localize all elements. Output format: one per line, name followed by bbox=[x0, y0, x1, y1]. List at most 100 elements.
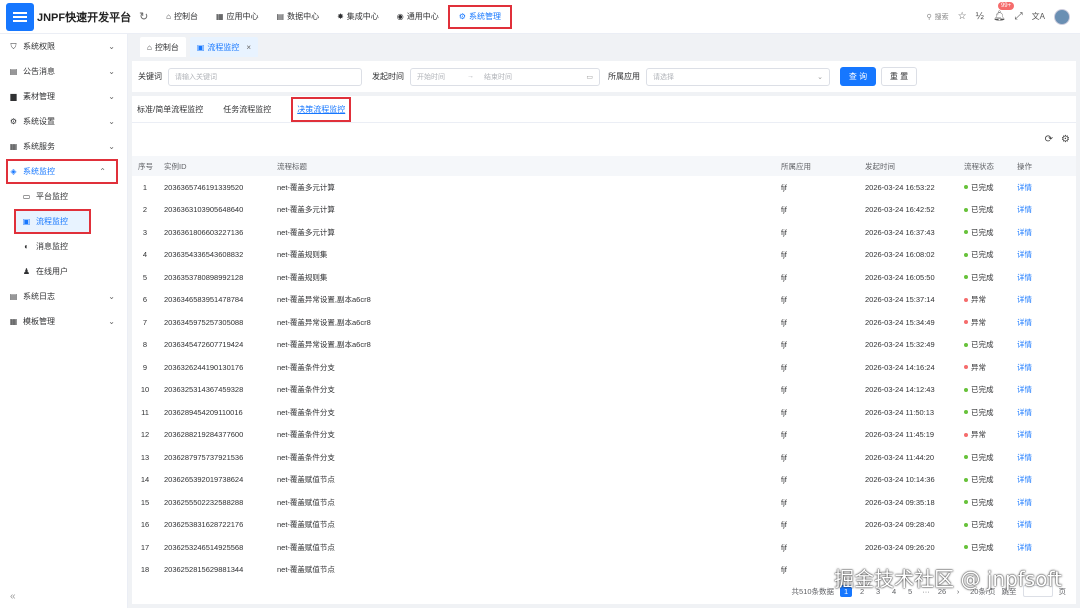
detail-link[interactable]: 详情 bbox=[1011, 356, 1076, 379]
date-range-input[interactable]: 开始时间 → 结束时间 ▭ bbox=[410, 67, 600, 86]
table-cell: 1 bbox=[142, 182, 148, 192]
detail-link[interactable]: 详情 bbox=[1011, 221, 1076, 244]
detail-link[interactable]: 详情 bbox=[1011, 536, 1076, 559]
fullscreen-icon[interactable]: ⤢ bbox=[1015, 11, 1023, 22]
chevron-down-icon: ⌄ bbox=[108, 42, 115, 51]
table-cell: net-覆盖异常设置,副本a6cr8 bbox=[277, 340, 371, 350]
reset-button[interactable]: 重 置 bbox=[881, 67, 917, 86]
detail-link[interactable]: 详情 bbox=[1011, 401, 1076, 424]
keyword-input[interactable]: 请输入关键词 bbox=[168, 67, 362, 86]
status-dot bbox=[964, 252, 968, 257]
detail-link[interactable]: 详情 bbox=[1011, 379, 1076, 402]
nav-general[interactable]: ◉ 通用中心 bbox=[388, 5, 448, 29]
status-dot bbox=[964, 365, 968, 370]
sidebar-item-shield[interactable]: ⛉ 系统权限 ⌄ bbox=[0, 34, 127, 59]
close-icon[interactable]: × bbox=[246, 43, 251, 52]
table-cell: net-覆盖赋值节点 bbox=[277, 565, 335, 575]
table-cell: 2036363103905648640 bbox=[164, 205, 244, 215]
status-badge: 已完成 bbox=[964, 204, 994, 215]
status-badge: 异常 bbox=[964, 294, 986, 305]
subtab-task[interactable]: 任务流程监控 bbox=[223, 104, 271, 115]
detail-link[interactable]: 详情 bbox=[1011, 424, 1076, 447]
table-cell: 2026-03-24 11:45:19 bbox=[865, 430, 935, 440]
detail-link[interactable]: 详情 bbox=[1011, 514, 1076, 537]
detail-link[interactable]: 详情 bbox=[1011, 289, 1076, 312]
translate-icon[interactable]: ½ bbox=[976, 11, 984, 22]
language-icon[interactable]: 文A bbox=[1032, 11, 1045, 22]
status-cell: 已完成 bbox=[958, 446, 1011, 469]
detail-link[interactable]: 详情 bbox=[1011, 244, 1076, 267]
search-button[interactable]: ⚲ 搜索 bbox=[927, 12, 949, 22]
tab-dashboard[interactable]: ⌂ 控制台 bbox=[140, 37, 186, 57]
table-cell: 2026-03-24 16:37:43 bbox=[865, 227, 935, 237]
sidebar-item-message[interactable]: ◐ 消息监控 bbox=[0, 234, 127, 259]
status-cell: 已完成 bbox=[958, 176, 1011, 199]
table-cell: 2036345472607719424 bbox=[164, 340, 244, 350]
table-cell: fjf bbox=[781, 205, 787, 215]
sidebar-item-template[interactable]: ▦ 模板管理 ⌄ bbox=[0, 309, 127, 334]
detail-link[interactable]: 详情 bbox=[1011, 311, 1076, 334]
sidebar-item-service[interactable]: ▦ 系统服务 ⌄ bbox=[0, 134, 127, 159]
status-dot bbox=[964, 410, 968, 415]
column-header: 实例ID bbox=[164, 161, 187, 171]
nav-data[interactable]: ▤ 数据中心 bbox=[268, 5, 329, 29]
detail-link[interactable]: 详情 bbox=[1011, 446, 1076, 469]
table-cell: 2036265392019738624 bbox=[164, 475, 244, 485]
status-badge: 异常 bbox=[964, 429, 986, 440]
main-panel: 标准/简单流程监控 任务流程监控 决策流程监控 ⟳ ⚙ 序号 实例ID 流程标题 所属… bbox=[132, 96, 1076, 604]
detail-link[interactable]: 详情 bbox=[1011, 199, 1076, 222]
sidebar-item-folder[interactable]: ▆ 素材管理 ⌄ bbox=[0, 84, 127, 109]
status-dot bbox=[964, 207, 968, 212]
table-cell: 2036354336543608832 bbox=[164, 250, 244, 260]
detail-link[interactable]: 详情 bbox=[1011, 469, 1076, 492]
query-button[interactable]: 查 询 bbox=[840, 67, 876, 86]
refresh-icon[interactable]: ↻ bbox=[139, 10, 153, 23]
nav-home[interactable]: ⌂ 控制台 bbox=[157, 5, 207, 29]
sidebar-item-log[interactable]: ▤ 系统日志 ⌄ bbox=[0, 284, 127, 309]
table-cell: 2036253246514925568 bbox=[164, 542, 244, 552]
table-cell: 12 bbox=[140, 430, 150, 440]
table-cell: 7 bbox=[142, 317, 148, 327]
nav-integration[interactable]: ✸ 集成中心 bbox=[328, 5, 388, 29]
status-dot bbox=[964, 477, 968, 482]
detail-link[interactable]: 详情 bbox=[1011, 266, 1076, 289]
sidebar-item-platform[interactable]: ▭ 平台监控 bbox=[0, 184, 127, 209]
sidebar-item-monitor[interactable]: ◈ 系统监控 ⌃ bbox=[6, 159, 118, 184]
detail-link[interactable]: 详情 bbox=[1011, 334, 1076, 357]
table-cell: 2036353780898992128 bbox=[164, 272, 244, 282]
subtab-standard[interactable]: 标准/简单流程监控 bbox=[137, 104, 203, 115]
gear-icon[interactable]: ⚙ bbox=[1061, 134, 1070, 145]
sidebar-item-flow[interactable]: ▣ 流程监控 bbox=[14, 209, 91, 234]
gear-icon: ⚙ bbox=[458, 12, 466, 21]
avatar[interactable] bbox=[1054, 8, 1070, 25]
sidebar-item-settings[interactable]: ⚙ 系统设置 ⌄ bbox=[0, 109, 127, 134]
table-row: 17 2036253246514925568 net-覆盖赋值节点 fjf 2026-0… bbox=[132, 536, 1076, 559]
service-icon: ▦ bbox=[9, 142, 18, 151]
table-cell: net-覆盖多元计算 bbox=[277, 227, 335, 237]
table-body: 1 2036365746191339520 net-覆盖多元计算 fjf 2026-03… bbox=[132, 176, 1076, 581]
table-tools: ⟳ ⚙ bbox=[1045, 134, 1070, 145]
table-cell: 2036345975257305088 bbox=[164, 317, 244, 327]
bell-icon[interactable]: 🔔︎ 99+ bbox=[993, 2, 1015, 22]
table-cell: net-覆盖异常设置,副本a6cr8 bbox=[277, 295, 371, 305]
tab-flow-monitor[interactable]: ▣ 流程监控 × bbox=[189, 37, 259, 57]
nav-gear[interactable]: ⚙ 系统管理 bbox=[447, 4, 512, 29]
table-cell: 2036252815629881344 bbox=[164, 565, 244, 575]
notification-badge: 99+ bbox=[997, 2, 1015, 10]
table-cell: 2026-03-24 10:14:36 bbox=[865, 475, 935, 485]
table-row: 15 2036255502232588288 net-覆盖赋值节点 fjf 2026-0… bbox=[132, 491, 1076, 514]
star-icon[interactable]: ☆ bbox=[958, 11, 967, 22]
sidebar-item-notice[interactable]: ▤ 公告消息 ⌄ bbox=[0, 59, 127, 84]
nav-app[interactable]: ▦ 应用中心 bbox=[207, 5, 268, 29]
search-icon: ⚲ bbox=[926, 13, 932, 21]
sidebar-item-user[interactable]: ♟ 在线用户 bbox=[0, 259, 127, 284]
detail-link[interactable]: 详情 bbox=[1011, 491, 1076, 514]
table-cell: 2026-03-24 15:32:49 bbox=[865, 340, 935, 350]
table-cell: fjf bbox=[781, 182, 787, 192]
app-select[interactable]: 请选择 ⌄ bbox=[646, 67, 830, 86]
collapse-icon[interactable]: « bbox=[10, 591, 16, 602]
detail-link[interactable]: 详情 bbox=[1011, 176, 1076, 199]
refresh-icon[interactable]: ⟳ bbox=[1045, 134, 1053, 145]
status-cell: 异常 bbox=[958, 311, 1011, 334]
subtab-decision[interactable]: 决策流程监控 bbox=[297, 105, 345, 114]
